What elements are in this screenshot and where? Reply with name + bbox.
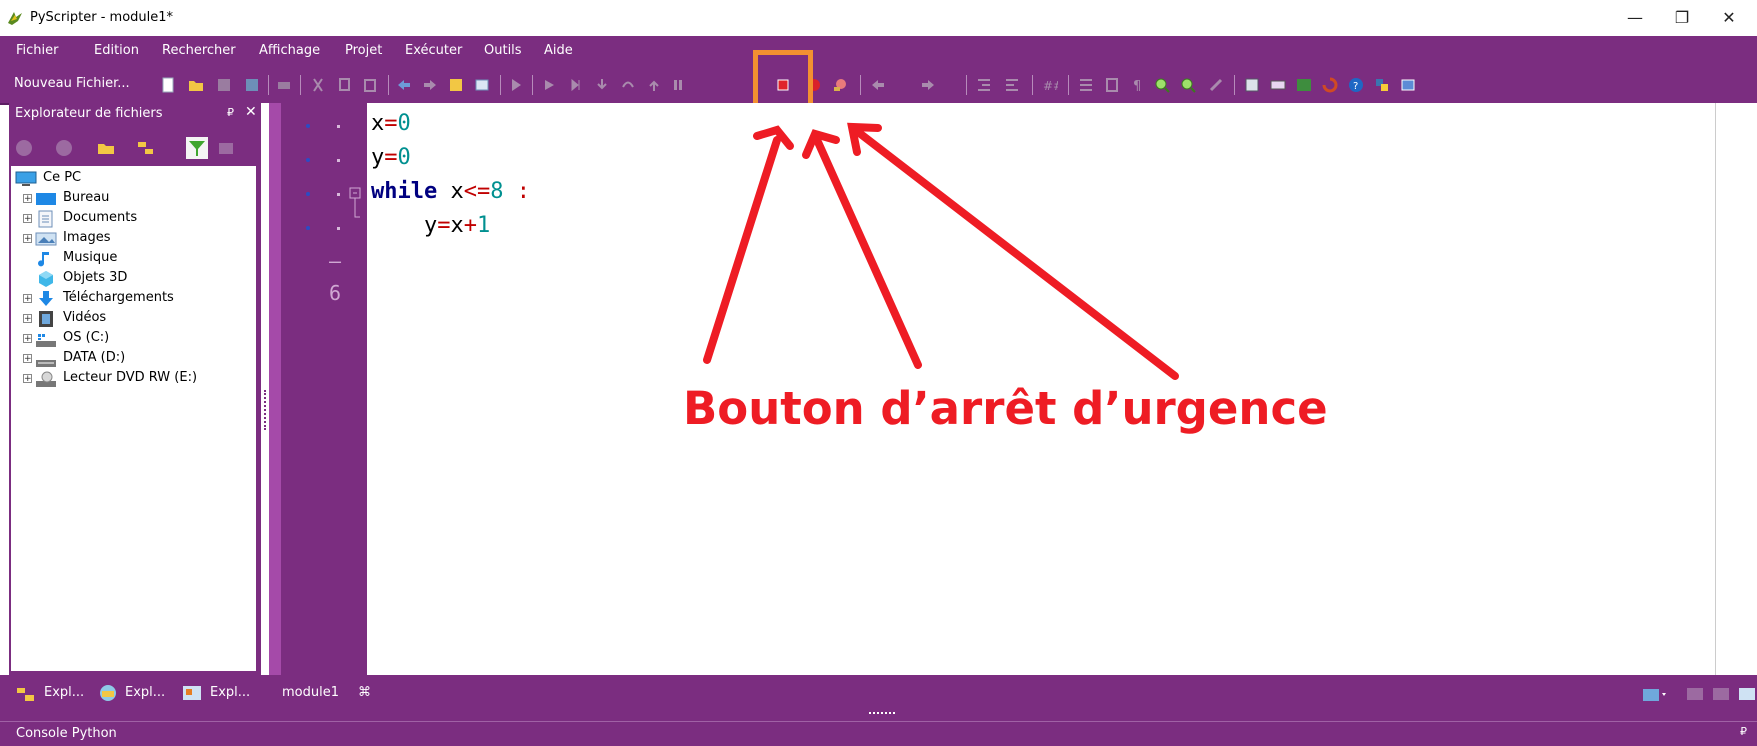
annotation-label: Bouton d’arrêt d’urgence [683, 382, 1328, 435]
folder-view-icon[interactable] [1642, 685, 1668, 703]
disabled-tool-icon [1713, 688, 1729, 700]
editor-tab-module1[interactable]: module1 [282, 685, 339, 700]
vertical-scrollbar[interactable] [1715, 103, 1757, 675]
resize-grip[interactable] [869, 712, 895, 716]
tab-file-explorer[interactable]: Expl... [44, 685, 84, 700]
project-explorer-tab-icon [183, 686, 201, 700]
code-explorer-tab-icon [100, 685, 116, 701]
panel-icon[interactable] [1738, 685, 1756, 703]
annotation-arrows [703, 122, 1179, 380]
pin-icon[interactable]: ₽ [1740, 725, 1747, 738]
console-python-label[interactable]: Console Python [16, 726, 117, 741]
bottom-tabs-bar: Expl... Expl... Expl... module1 ⌘ [0, 675, 1757, 721]
file-explorer-tab-icon [17, 688, 34, 701]
close-tab-icon[interactable]: ⌘ [358, 685, 371, 700]
arrow-2 [814, 138, 922, 369]
tab-code-explorer[interactable]: Expl... [125, 685, 165, 700]
status-bar: Console Python ₽ [0, 721, 1757, 746]
disabled-tool-icon [1687, 688, 1703, 700]
arrow-1 [703, 136, 781, 364]
tab-project-explorer[interactable]: Expl... [210, 685, 250, 700]
